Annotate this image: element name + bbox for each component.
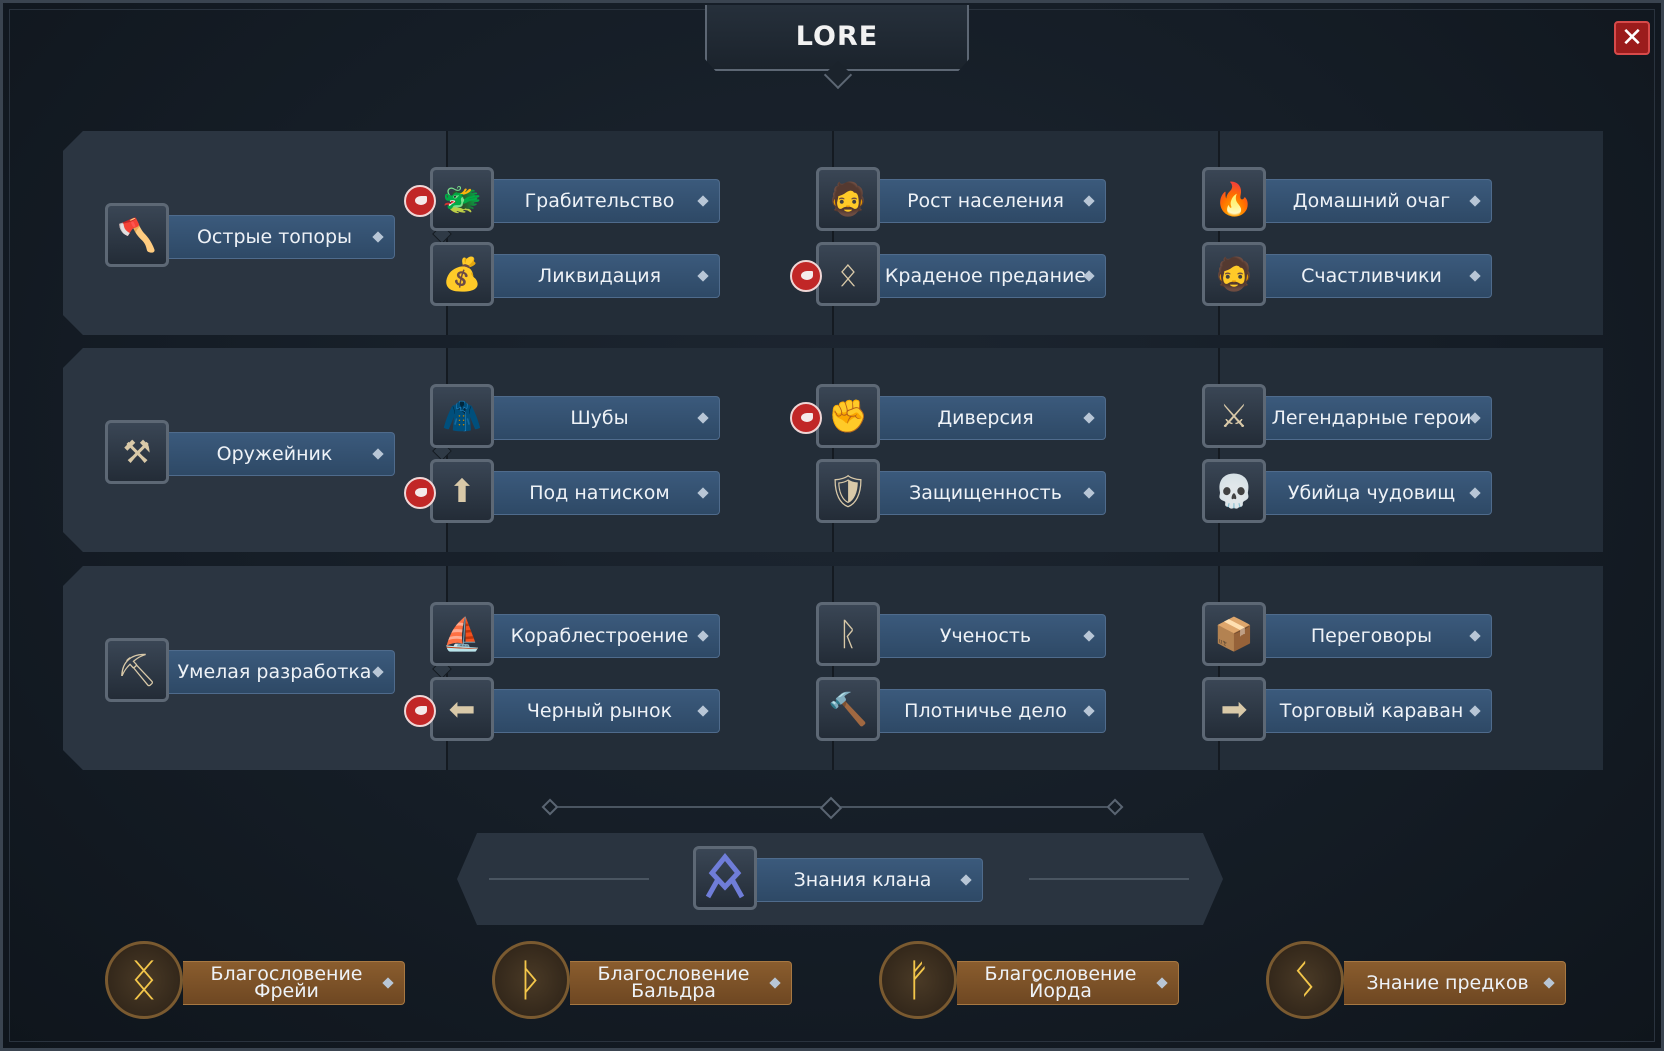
skill-label: Домашний очаг <box>1292 189 1451 212</box>
anvil-icon: ⚒ <box>105 420 169 484</box>
axes-icon: 🪓 <box>105 203 169 267</box>
lore-skill[interactable]: 🧔 Счастливчики <box>1202 242 1497 312</box>
campfire-icon: 🔥 <box>1202 167 1266 231</box>
lore-skill[interactable]: ⚔ Легендарные герои <box>1202 384 1497 454</box>
skull-icon: 💀 <box>1202 459 1266 523</box>
skill-label: Легендарные герои <box>1271 406 1472 429</box>
separator-center <box>819 796 843 820</box>
shield-icon: 🛡 <box>816 459 880 523</box>
separator-end-left <box>541 798 559 816</box>
hammer-icon: 🔨 <box>816 677 880 741</box>
fist-icon: ✊ <box>816 384 880 448</box>
lore-skill[interactable]: ⛵ Кораблестроение <box>430 602 725 672</box>
blessing-label: Знание предков <box>1366 971 1529 994</box>
skill-label: Защищенность <box>909 481 1062 504</box>
dragon-hoard-icon: 🐲 <box>430 167 494 231</box>
blessing-skill[interactable]: ᛝ Благословение Фрейи <box>105 941 407 1019</box>
lore-window: LORE ✕ 🪓 Острые топоры 🐲 Грабительство 💰 Ликв… <box>0 0 1664 1051</box>
window-title: LORE <box>795 21 879 52</box>
skill-label: Плотничье дело <box>904 699 1067 722</box>
lore-skill[interactable]: ⬆ Под натиском <box>404 459 725 529</box>
trade-arrow-icon: ➡ <box>1202 677 1266 741</box>
skill-label: Кораблестроение <box>510 624 689 647</box>
sowilo-rune-icon: ᛊ <box>1266 941 1344 1019</box>
pickaxe-icon: ⛏ <box>105 638 169 702</box>
lore-skill[interactable]: 🧔 Рост населения <box>816 167 1111 237</box>
othala-rune-icon: ᛟ <box>816 242 880 306</box>
skill-label: Грабительство <box>524 189 675 212</box>
lore-skill[interactable]: 🧥 Шубы <box>430 384 725 454</box>
blessing-label: Благословение Йорда <box>984 963 1137 1002</box>
lore-skill[interactable]: 📦 Переговоры <box>1202 602 1497 672</box>
lore-skill[interactable]: 💀 Убийца чудовищ <box>1202 459 1497 529</box>
lore-skill[interactable]: ᛟ Краденое предание <box>790 242 1111 312</box>
clan-line-right <box>1029 878 1189 880</box>
lore-skill[interactable]: 🔥 Домашний очаг <box>1202 167 1497 237</box>
lore-row: ⛏ Умелая разработка ⛵ Кораблестроение ⬅ Черны… <box>63 566 1603 770</box>
fur-pelt-icon: 🧥 <box>430 384 494 448</box>
lore-row: 🪓 Острые топоры 🐲 Грабительство 💰 Ликвидация 🧔… <box>63 131 1603 335</box>
skill-label: Умелая разработка <box>177 660 372 683</box>
raid-badge-icon <box>404 695 436 727</box>
lore-skill[interactable]: 💰 Ликвидация <box>430 242 725 312</box>
fehu-rune-icon: ᚠ <box>879 941 957 1019</box>
skill-label: Черный рынок <box>526 699 673 722</box>
skill-label: Острые топоры <box>196 225 353 248</box>
skill-label: Ликвидация <box>537 264 662 287</box>
bearded-man-icon: 🧔 <box>1202 242 1266 306</box>
arrow-up-map-icon: ⬆ <box>430 459 494 523</box>
goods-crate-icon: 📦 <box>1202 602 1266 666</box>
skill-label: Переговоры <box>1310 624 1433 647</box>
clan-lore-label: Знания клана <box>793 868 932 891</box>
skill-label: Краденое предание <box>884 264 1087 287</box>
close-icon: ✕ <box>1621 23 1643 53</box>
blessing-skill[interactable]: ᛊ Знание предков <box>1266 941 1568 1019</box>
clan-lore-skill[interactable]: Знания клана <box>693 846 988 916</box>
lore-root-skill[interactable]: 🪓 Острые топоры <box>105 203 400 273</box>
blessing-skill[interactable]: ᚠ Благословение Йорда <box>879 941 1181 1019</box>
villager-icon: 🧔 <box>816 167 880 231</box>
double-axe-icon: ⚔ <box>1202 384 1266 448</box>
raid-badge-icon <box>790 402 822 434</box>
raid-badge-icon <box>790 260 822 292</box>
rune-stone-icon: ᚱ <box>816 602 880 666</box>
purple-arrow-icon: ⬅ <box>430 677 494 741</box>
blessing-label: Благословение Бальдра <box>597 963 750 1002</box>
skill-label: Счастливчики <box>1301 264 1442 287</box>
lore-skill[interactable]: 🐲 Грабительство <box>404 167 725 237</box>
lore-root-skill[interactable]: ⚒ Оружейник <box>105 420 400 490</box>
clan-line-left <box>489 878 649 880</box>
othala-rune-icon <box>693 846 757 910</box>
skill-label: Оружейник <box>216 442 333 465</box>
lore-skill[interactable]: ➡ Торговый караван <box>1202 677 1497 747</box>
lore-skill[interactable]: ✊ Диверсия <box>790 384 1111 454</box>
blessing-label: Благословение Фрейи <box>210 963 363 1002</box>
skill-label: Диверсия <box>937 406 1034 429</box>
separator-end-right <box>1106 798 1124 816</box>
lore-row: ⚒ Оружейник 🧥 Шубы ⬆ Под натиском ✊ Диверсия 🛡 За… <box>63 348 1603 552</box>
lore-root-skill[interactable]: ⛏ Умелая разработка <box>105 638 400 708</box>
skill-label: Под натиском <box>529 481 670 504</box>
skill-label: Убийца чудовищ <box>1287 481 1456 504</box>
freya-rune-icon: ᛝ <box>105 941 183 1019</box>
raid-badge-icon <box>404 477 436 509</box>
lore-skill[interactable]: ⬅ Черный рынок <box>404 677 725 747</box>
lore-skill[interactable]: 🔨 Плотничье дело <box>816 677 1111 747</box>
skill-label: Ученость <box>939 624 1032 647</box>
skill-label: Шубы <box>570 406 629 429</box>
ship-sail-icon: ⛵ <box>430 602 494 666</box>
raid-badge-icon <box>404 185 436 217</box>
lore-skill[interactable]: 🛡 Защищенность <box>816 459 1111 529</box>
thurisaz-rune-icon: ᚦ <box>492 941 570 1019</box>
skill-label: Торговый караван <box>1279 699 1464 722</box>
loot-sack-icon: 💰 <box>430 242 494 306</box>
blessing-skill[interactable]: ᚦ Благословение Бальдра <box>492 941 794 1019</box>
lore-skill[interactable]: ᚱ Ученость <box>816 602 1111 672</box>
skill-label: Рост населения <box>907 189 1064 212</box>
close-button[interactable]: ✕ <box>1614 21 1650 55</box>
